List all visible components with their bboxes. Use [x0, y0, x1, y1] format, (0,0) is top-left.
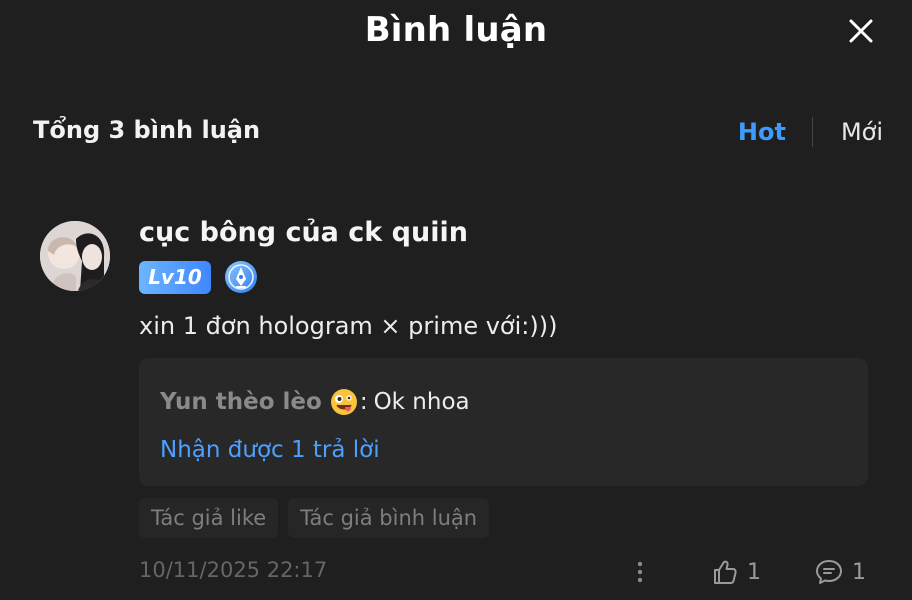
view-replies-link[interactable]: Nhận được 1 trả lời [160, 437, 380, 463]
page-title: Bình luận [364, 10, 548, 50]
comment-footer: 10/11/2025 22:17 1 1 [139, 556, 879, 588]
comment-tags: Tác giả like Tác giả bình luận [139, 498, 499, 538]
reply-preview[interactable]: Yun thèo lèo : Ok nhoa Nhận được 1 trả l… [139, 358, 868, 486]
tag-author-like: Tác giả like [139, 498, 279, 538]
level-badge: Lv10 [139, 260, 211, 294]
comment-text: xin 1 đơn hologram × prime với:))) [139, 312, 558, 340]
tag-author-comment: Tác giả bình luận [288, 498, 490, 538]
modal-header: Bình luận [0, 0, 912, 64]
tab-hot[interactable]: Hot [738, 118, 786, 146]
more-options-icon[interactable] [630, 558, 650, 586]
reply-line: Yun thèo lèo : Ok nhoa [160, 388, 470, 416]
comment-bubble-icon [816, 560, 842, 584]
comment-summary-row: Tổng 3 bình luận Hot Mới [33, 112, 883, 152]
avatar[interactable] [40, 221, 110, 291]
user-badges: Lv10 [139, 260, 259, 294]
reply-separator: : [359, 389, 368, 415]
like-count: 1 [747, 559, 761, 585]
tab-new[interactable]: Mới [841, 118, 883, 146]
sort-divider [811, 117, 813, 147]
comment-timestamp: 10/11/2025 22:17 [139, 558, 328, 582]
close-icon[interactable] [846, 16, 876, 46]
reply-button[interactable]: 1 [814, 556, 866, 588]
pen-badge-icon [225, 261, 257, 293]
reply-text: Ok nhoa [373, 389, 470, 415]
zany-face-emoji-icon [330, 389, 357, 415]
thumbs-up-icon [714, 560, 737, 584]
comment-username[interactable]: cục bông của ck quiin [139, 217, 468, 248]
reply-author[interactable]: Yun thèo lèo [160, 389, 322, 415]
like-button[interactable]: 1 [711, 556, 761, 588]
comment-total-label: Tổng 3 bình luận [33, 116, 261, 144]
reply-count: 1 [852, 559, 866, 585]
sort-tabs: Hot Mới [738, 116, 883, 148]
